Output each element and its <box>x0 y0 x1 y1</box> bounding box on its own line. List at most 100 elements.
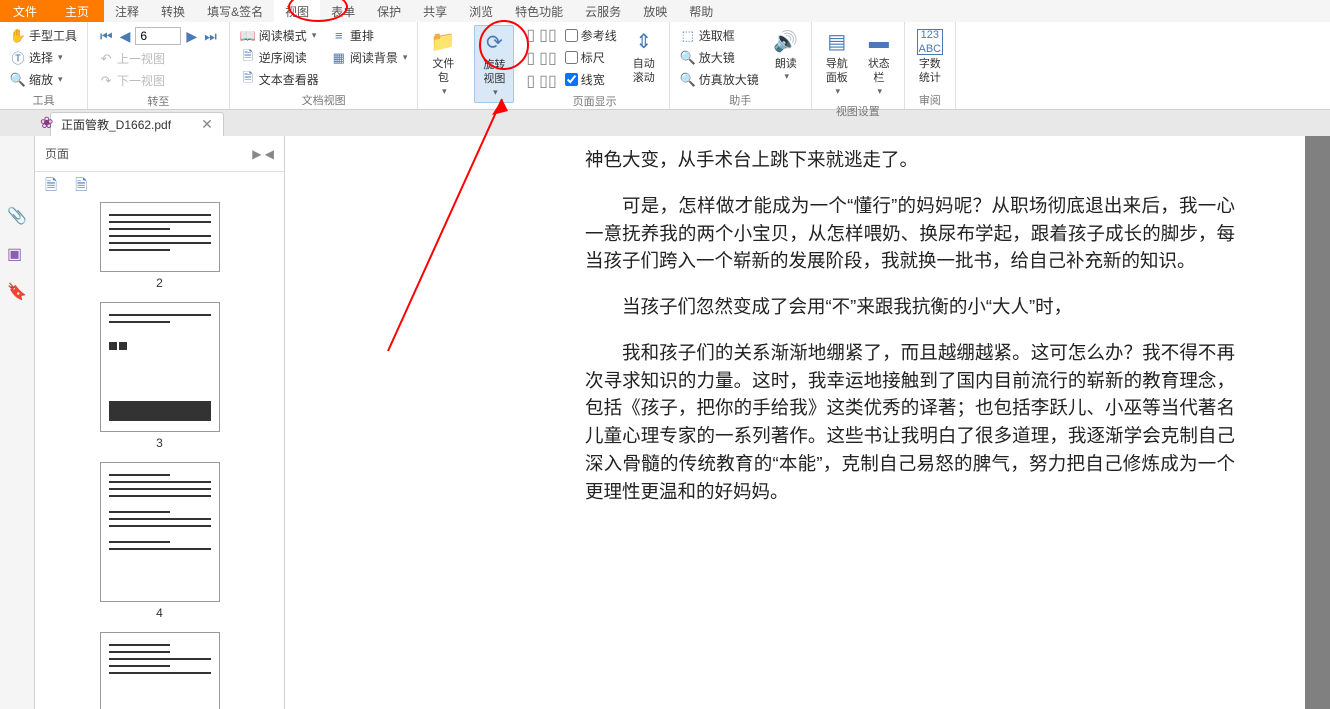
ribbon-group-filepkg: 📁 文件 包 <box>418 22 468 109</box>
menu-home[interactable]: 主页 <box>50 0 104 22</box>
prev-view-button[interactable]: ↶上一视图 <box>94 48 223 69</box>
status-bar-button[interactable]: ▬ 状态 栏 <box>860 25 898 101</box>
layers-icon[interactable]: ▣ <box>7 244 27 264</box>
thumb-label: 4 <box>75 606 244 620</box>
facing-icon[interactable]: ▯ <box>526 71 535 91</box>
reverse-read-button[interactable]: 🗎逆序阅读 <box>236 47 323 68</box>
hand-tool-button[interactable]: ✋手型工具 <box>6 25 81 46</box>
menu-convert[interactable]: 转换 <box>150 0 196 22</box>
magnifier-button[interactable]: 🔍放大镜 <box>676 47 763 68</box>
thumb-tool1-icon[interactable]: 🗎 <box>45 175 57 200</box>
text-viewer-label: 文本查看器 <box>259 71 319 88</box>
document-text: 神色大变，从手术台上跳下来就逃走了。 可是，怎样做才能成为一个“懂行”的妈妈呢？… <box>585 146 1235 505</box>
menu-annotate[interactable]: 注释 <box>104 0 150 22</box>
reflow-button[interactable]: ≡重排 <box>327 25 412 46</box>
hand-icon: ✋ <box>10 28 26 44</box>
document-page: 神色大变，从手术台上跳下来就逃走了。 可是，怎样做才能成为一个“懂行”的妈妈呢？… <box>285 136 1305 709</box>
thumbnail-page-4[interactable]: 4 <box>75 462 244 620</box>
menu-share[interactable]: 共享 <box>412 0 458 22</box>
read-bg-button[interactable]: ▦阅读背景 <box>327 47 412 68</box>
menu-browse[interactable]: 浏览 <box>458 0 504 22</box>
menu-fillsign[interactable]: 填写&签名 <box>196 0 274 22</box>
thumbnail-page-3[interactable]: 3 <box>75 302 244 450</box>
zoom-button[interactable]: 🔍缩放 <box>6 69 81 90</box>
text-viewer-icon: 🗎 <box>240 72 256 88</box>
layout3-icon[interactable]: ▯▯ <box>539 48 557 68</box>
select-box-button[interactable]: ⬚选取框 <box>676 25 763 46</box>
nav-group-label: 转至 <box>94 91 223 111</box>
ribbon-group-assist: ⬚选取框 🔍放大镜 🔍仿真放大镜 🔊 朗读 助手 <box>670 22 812 109</box>
file-package-button[interactable]: 📁 文件 包 <box>424 25 462 101</box>
workspace: 📎 ▣ 🔖 页面 ▶ ◀ 🗎 🗎 2 3 4 <box>0 136 1330 709</box>
thumbnail-page-5[interactable] <box>75 632 244 709</box>
pages-panel-header: 页面 ▶ ◀ <box>35 136 284 172</box>
document-tab-bar: ❀ 正面管教_D1662.pdf ✕ <box>0 110 1330 136</box>
page-thumbnails[interactable]: 2 3 4 <box>35 202 284 709</box>
menu-file[interactable]: 文件 <box>0 0 50 22</box>
viewset-group-label: 视图设置 <box>818 101 898 121</box>
next-view-label: 下一视图 <box>117 72 165 89</box>
select-button[interactable]: Ⓣ选择 <box>6 47 81 68</box>
page-number-input[interactable] <box>135 27 181 45</box>
rotate-view-button[interactable]: ⟳ 旋转 视图 <box>474 25 514 103</box>
read-mode-button[interactable]: 📖阅读模式 <box>236 25 323 46</box>
next-view-button[interactable]: ↷下一视图 <box>94 70 223 91</box>
nav-panel-button[interactable]: ▤ 导航 面板 <box>818 25 856 101</box>
guides-checkbox[interactable]: 参考线 <box>561 25 621 46</box>
bookmark-icon[interactable]: 🔖 <box>7 282 27 302</box>
menu-help[interactable]: 帮助 <box>678 0 724 22</box>
last-page-button[interactable]: ⏭ <box>202 28 219 45</box>
reverse-label: 逆序阅读 <box>259 49 307 66</box>
nav-panel-icon: ▤ <box>824 29 850 55</box>
menu-view[interactable]: 视图 <box>274 0 320 22</box>
menu-slideshow[interactable]: 放映 <box>632 0 678 22</box>
attachment-icon[interactable]: 📎 <box>7 206 27 226</box>
continuous-icon[interactable]: ▯ <box>526 48 535 68</box>
doc-paragraph: 当孩子们忽然变成了会用“不”来跟我抗衡的小“大人”时， <box>585 293 1235 321</box>
single-page-icon[interactable]: ▯ <box>526 25 535 45</box>
nav-panel-label1: 导航 <box>826 57 848 71</box>
ribbon-group-nav: ⏮ ◀ ▶ ⏭ ↶上一视图 ↷下一视图 转至 <box>88 22 230 109</box>
hand-tool-label: 手型工具 <box>29 27 77 44</box>
selectbox-icon: ⬚ <box>680 28 696 44</box>
read-aloud-button[interactable]: 🔊 朗读 <box>767 25 805 87</box>
status-bar-label1: 状态 <box>868 57 890 71</box>
menu-form[interactable]: 表单 <box>320 0 366 22</box>
sim-magnifier-button[interactable]: 🔍仿真放大镜 <box>676 69 763 90</box>
prev-page-button[interactable]: ◀ <box>118 28 133 45</box>
review-group-label: 审阅 <box>911 90 949 110</box>
linewidth-checkbox[interactable]: 线宽 <box>561 69 621 90</box>
reflow-icon: ≡ <box>331 28 347 44</box>
word-count-button[interactable]: 123ABC 字数 统计 <box>911 25 949 90</box>
thumb-tool2-icon[interactable]: 🗎 <box>75 175 87 200</box>
next-page-button[interactable]: ▶ <box>184 28 199 45</box>
first-page-button[interactable]: ⏮ <box>98 28 115 45</box>
tab-home-icon[interactable]: ❀ <box>40 113 58 131</box>
auto-scroll-button[interactable]: ⇕ 自动 滚动 <box>625 25 663 90</box>
text-viewer-button[interactable]: 🗎文本查看器 <box>236 69 323 90</box>
status-bar-icon: ▬ <box>866 29 892 55</box>
tab-close-button[interactable]: ✕ <box>201 116 213 133</box>
menu-special[interactable]: 特色功能 <box>504 0 574 22</box>
thumbnail-page-2[interactable]: 2 <box>75 202 244 290</box>
document-view-area[interactable]: 神色大变，从手术台上跳下来就逃走了。 可是，怎样做才能成为一个“懂行”的妈妈呢？… <box>285 136 1330 709</box>
read-aloud-label: 朗读 <box>775 57 797 71</box>
file-pkg-label1: 文件 <box>432 57 454 71</box>
sim-magnifier-label: 仿真放大镜 <box>699 71 759 88</box>
selectbox-label: 选取框 <box>699 27 735 44</box>
thumb-label: 3 <box>75 436 244 450</box>
ribbon: ✋手型工具 Ⓣ选择 🔍缩放 工具 ⏮ ◀ ▶ ⏭ ↶上一视图 ↷下一视图 转至 <box>0 22 1330 110</box>
ribbon-group-docview: 📖阅读模式 🗎逆序阅读 🗎文本查看器 ≡重排 ▦阅读背景 文档视图 <box>230 22 419 109</box>
ruler-checkbox[interactable]: 标尺 <box>561 47 621 68</box>
word-count-icon: 123ABC <box>917 29 943 55</box>
document-tab[interactable]: 正面管教_D1662.pdf ✕ <box>50 112 224 136</box>
menu-bar: 文件 主页 注释 转换 填写&签名 视图 表单 保护 共享 浏览 特色功能 云服… <box>0 0 1330 22</box>
panel-collapse-button[interactable]: ▶ ◀ <box>252 147 274 161</box>
zoom-label: 缩放 <box>29 71 53 88</box>
layout4-icon[interactable]: ▯▯ <box>539 71 557 91</box>
menu-cloud[interactable]: 云服务 <box>574 0 632 22</box>
ribbon-group-pagedisplay: ▯ ▯ ▯ ▯▯ ▯▯ ▯▯ 参考线 标尺 线宽 ⇕ 自动 滚动 页面显示 <box>520 22 669 109</box>
layout2-icon[interactable]: ▯▯ <box>539 25 557 45</box>
auto-scroll-icon: ⇕ <box>631 29 657 55</box>
menu-protect[interactable]: 保护 <box>366 0 412 22</box>
